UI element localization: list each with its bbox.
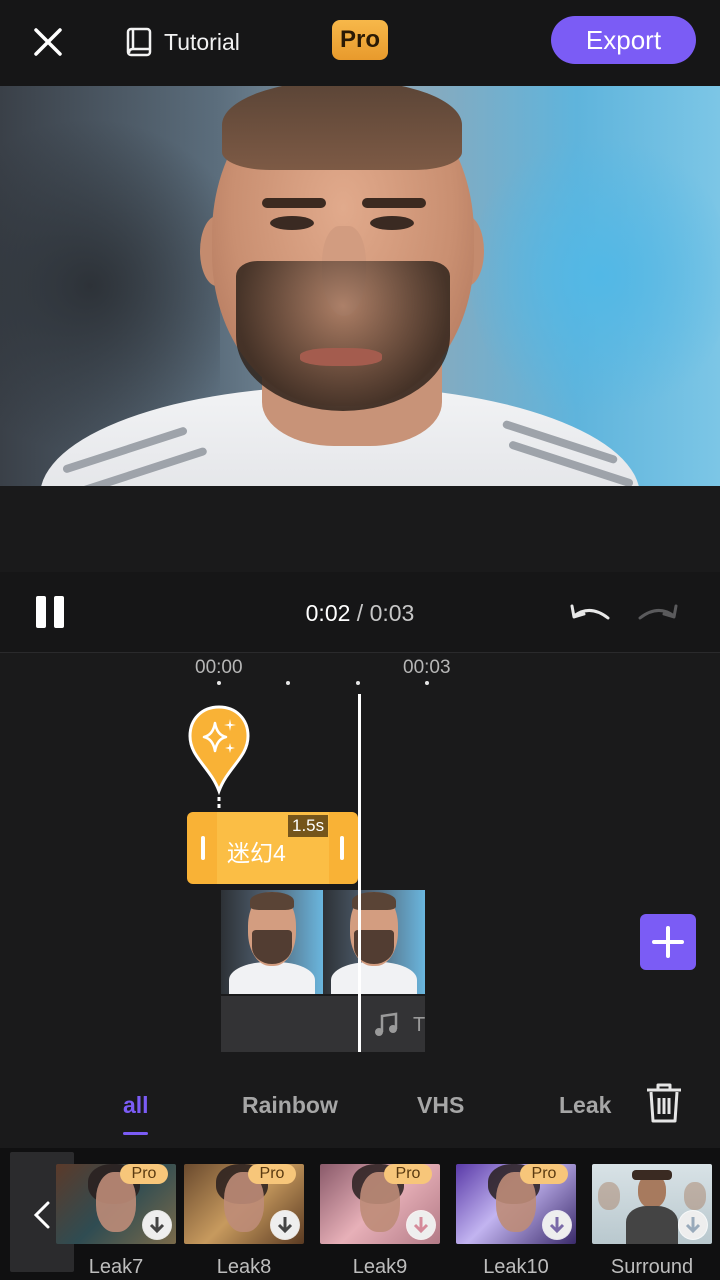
tab-rainbow[interactable]: Rainbow: [242, 1092, 338, 1119]
effect-thumbnail: Pro: [320, 1164, 440, 1244]
delete-button[interactable]: [643, 1082, 685, 1129]
effect-clip-duration: 1.5s: [288, 815, 329, 837]
download-icon[interactable]: [678, 1210, 708, 1240]
effect-clip[interactable]: 迷幻4 1.5s: [187, 812, 358, 884]
video-thumbnail: [323, 890, 425, 994]
tab-active-indicator: [123, 1132, 148, 1135]
undo-icon: [570, 604, 610, 620]
effect-thumbnail: [592, 1164, 712, 1244]
effect-marker[interactable]: [188, 705, 250, 814]
pro-badge: Pro: [120, 1164, 168, 1184]
clip-right-handle[interactable]: [340, 836, 344, 860]
tutorial-button[interactable]: Tutorial: [126, 24, 240, 60]
audio-track-label: T: [413, 1014, 426, 1036]
redo-button[interactable]: [634, 600, 680, 633]
tab-all[interactable]: all: [123, 1092, 149, 1119]
effect-label: Leak7: [88, 1256, 144, 1278]
download-icon[interactable]: [142, 1210, 172, 1240]
ruler-tick: [356, 681, 360, 685]
effects-list: Pro Leak7 Pro Leak8 Pro Leak9 Pro Leak10: [0, 1148, 720, 1280]
effect-label: Leak10: [483, 1256, 549, 1278]
effect-item-leak8[interactable]: Pro Leak8: [184, 1164, 304, 1279]
video-track[interactable]: [221, 890, 425, 994]
video-thumbnail: [221, 890, 323, 994]
ruler-end: 00:03: [403, 657, 451, 678]
tab-vhs[interactable]: VHS: [417, 1092, 464, 1119]
top-bar: Tutorial Pro Export: [0, 0, 720, 86]
trash-icon: [647, 1083, 681, 1123]
video-preview[interactable]: [0, 86, 720, 486]
ruler-start: 00:00: [195, 657, 243, 678]
plus-icon: [652, 926, 684, 958]
pro-badge: Pro: [384, 1164, 432, 1184]
redo-icon: [638, 604, 678, 620]
effect-clip-name: 迷幻4: [227, 840, 286, 866]
audio-track[interactable]: T: [221, 996, 425, 1052]
playhead[interactable]: [358, 694, 361, 1052]
chevron-left-icon: [33, 1201, 50, 1229]
effect-thumbnail: Pro: [184, 1164, 304, 1244]
ruler-tick: [425, 681, 429, 685]
download-icon[interactable]: [406, 1210, 436, 1240]
effect-item-leak7[interactable]: Pro Leak7: [56, 1164, 176, 1279]
close-icon: [34, 28, 62, 56]
add-button[interactable]: [640, 914, 696, 970]
effect-label: Leak9: [352, 1256, 408, 1278]
export-button[interactable]: Export: [551, 16, 696, 64]
download-icon[interactable]: [542, 1210, 572, 1240]
pro-badge: Pro: [248, 1164, 296, 1184]
effect-item-leak9[interactable]: Pro Leak9: [320, 1164, 440, 1279]
music-note-icon: [375, 1012, 398, 1036]
close-button[interactable]: [28, 22, 68, 62]
clip-left-handle[interactable]: [201, 836, 205, 860]
effect-thumbnail: Pro: [456, 1164, 576, 1244]
book-icon: [126, 27, 152, 57]
ruler-tick: [217, 681, 221, 685]
effect-item-surround[interactable]: Surround: [592, 1164, 712, 1279]
sparkle-pin-icon: [188, 705, 250, 809]
pro-badge: Pro: [520, 1164, 568, 1184]
effect-label: Leak8: [216, 1256, 272, 1278]
current-time: 0:02: [305, 600, 351, 626]
undo-button[interactable]: [568, 600, 614, 633]
effect-thumbnail: Pro: [56, 1164, 176, 1244]
effect-item-leak10[interactable]: Pro Leak10: [456, 1164, 576, 1279]
total-time: 0:03: [369, 600, 415, 626]
time-separator: /: [356, 600, 364, 626]
tab-leak[interactable]: Leak: [559, 1092, 611, 1119]
tutorial-label: Tutorial: [164, 28, 240, 55]
ruler-tick: [286, 681, 290, 685]
player-controls: 0:02 / 0:03: [0, 572, 720, 653]
effect-label: Surround: [610, 1256, 694, 1278]
pro-badge[interactable]: Pro: [332, 20, 388, 60]
download-icon[interactable]: [270, 1210, 300, 1240]
